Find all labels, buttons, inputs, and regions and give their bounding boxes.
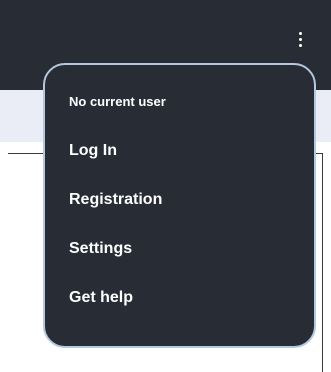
menu-item-registration[interactable]: Registration	[45, 184, 314, 233]
menu-item-log-in[interactable]: Log In	[45, 135, 314, 184]
menu-list: Log In Registration Settings Get help	[45, 135, 314, 331]
more-options-button[interactable]	[290, 26, 310, 52]
user-dropdown-menu: No current user Log In Registration Sett…	[43, 63, 316, 348]
panel-border-right	[322, 153, 323, 372]
app-window: No current user Log In Registration Sett…	[0, 0, 331, 372]
more-vertical-icon-dot	[298, 43, 302, 47]
menu-item-settings[interactable]: Settings	[45, 233, 314, 282]
more-vertical-icon	[298, 31, 302, 35]
menu-item-get-help[interactable]: Get help	[45, 282, 314, 331]
user-status-label: No current user	[69, 94, 166, 109]
more-vertical-icon-dot	[298, 37, 302, 41]
